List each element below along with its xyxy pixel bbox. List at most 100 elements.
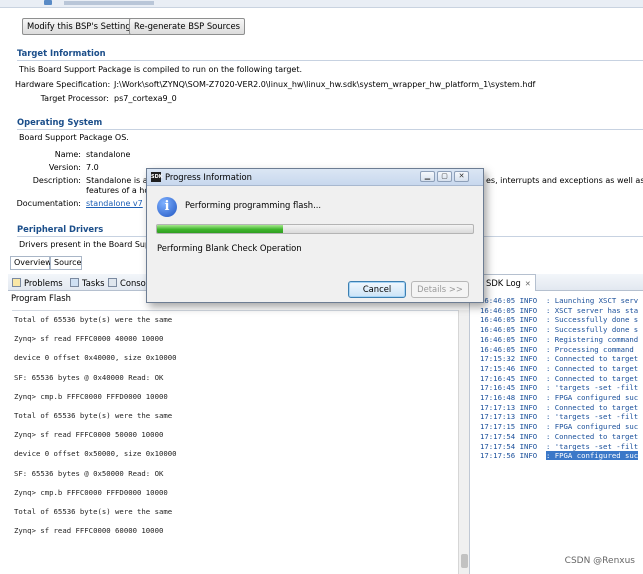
log-message: : 'targets -set -filt [545, 383, 639, 393]
console-line: Zynq> cmp.b FFFC0000 FFFD0000 10000 [14, 487, 168, 497]
tab-console[interactable]: Conso [108, 276, 146, 290]
log-row[interactable]: 16:46:05 INFO : Processing command [480, 345, 638, 355]
log-row[interactable]: 17:17:13 INFO : 'targets -set -filt [480, 412, 638, 422]
log-level: INFO [519, 315, 538, 325]
log-message: : FPGA configured suc [545, 393, 639, 402]
log-message: : Connected to target [545, 402, 639, 412]
log-time: 16:46:05 [480, 334, 516, 344]
editor-top-strip [0, 0, 643, 8]
hw-spec-label: Hardware Specification: [15, 80, 111, 89]
log-row[interactable]: 16:46:05 INFO : Successfully done s [480, 315, 638, 325]
log-row[interactable]: 17:15:32 INFO : Connected to target [480, 354, 638, 364]
log-row[interactable]: 17:17:13 INFO : Connected to target [480, 403, 638, 413]
log-level: INFO [519, 373, 538, 383]
log-message: : Connected to target [545, 354, 639, 364]
console-line: SF: 65536 bytes @ 0x40000 Read: OK [14, 372, 164, 382]
console-line: SF: 65536 bytes @ 0x50000 Read: OK [14, 468, 164, 478]
tab-problems[interactable]: Problems [12, 276, 63, 290]
log-row[interactable]: 16:46:05 INFO : Registering command [480, 335, 638, 345]
log-time: 17:17:13 [480, 402, 516, 412]
regenerate-bsp-sources-button[interactable]: Re-generate BSP Sources [129, 18, 245, 35]
log-level: INFO [519, 344, 538, 354]
log-message: : Successfully done s [545, 325, 639, 335]
log-row[interactable]: 16:46:05 INFO : Launching XSCT serv [480, 296, 638, 306]
close-icon[interactable]: ✕ [525, 280, 531, 288]
console-line: Zynq> cmp.b FFFC0000 FFFD0000 10000 [14, 391, 168, 401]
close-icon[interactable]: ✕ [454, 171, 469, 182]
console-line: Total of 65536 byte(s) were the same [14, 411, 173, 420]
modify-bsp-settings-button[interactable]: Modify this BSP's Settings [22, 18, 140, 35]
progress-bar-fill [157, 225, 284, 233]
os-documentation-label: Documentation: [16, 199, 81, 208]
log-row[interactable]: 17:17:54 INFO : 'targets -set -filt [480, 442, 638, 452]
watermark: CSDN @Renxus [564, 556, 635, 566]
log-row[interactable]: 17:16:45 INFO : Connected to target [480, 374, 638, 384]
peripheral-drivers-description: Drivers present in the Board Sup [19, 240, 151, 249]
console-line: Zynq> sf read FFFC0000 50000 10000 [14, 430, 164, 440]
tab-problems-label: Problems [24, 278, 63, 288]
log-row[interactable]: 17:16:48 INFO : FPGA configured suc [480, 393, 638, 403]
log-message: : Registering command [545, 334, 639, 344]
os-name-label: Name: [54, 150, 81, 159]
console-line: Total of 65536 byte(s) were the same [14, 315, 173, 324]
console-title: Program Flash [11, 293, 71, 303]
log-message: : Connected to target [545, 363, 639, 373]
log-row[interactable]: 17:16:45 INFO : 'targets -set -filt [480, 383, 638, 393]
log-time: 16:46:05 [480, 325, 516, 335]
problems-icon [12, 278, 21, 287]
log-time: 17:17:54 [480, 431, 516, 441]
details-button[interactable]: Details >> [411, 281, 469, 298]
log-level: INFO [519, 334, 538, 344]
target-processor-value: ps7_cortexa9_0 [114, 94, 177, 103]
log-row[interactable]: 17:15:46 INFO : Connected to target [480, 364, 638, 374]
console-output[interactable]: Total of 65536 byte(s) were the same Zynq… [12, 310, 458, 574]
log-time: 17:17:13 [480, 412, 516, 422]
log-time: 17:16:45 [480, 383, 516, 393]
log-row[interactable]: 16:46:05 INFO : XSCT server has sta [480, 306, 638, 316]
log-time: 17:16:48 [480, 393, 516, 402]
os-description-label: Description: [32, 176, 81, 185]
log-message: : 'targets -set -filt [545, 412, 639, 422]
target-processor-label: Target Processor: [40, 94, 109, 103]
log-row[interactable]: 17:17:56 INFO : FPGA configured suc [480, 451, 639, 461]
os-documentation-link[interactable]: standalone v7 [86, 199, 143, 208]
os-version-label: Version: [48, 163, 81, 172]
console-scrollbar[interactable] [458, 310, 469, 574]
log-message: : XSCT server has sta [545, 305, 639, 315]
console-icon [108, 278, 117, 287]
tab-tasks[interactable]: Tasks [70, 276, 104, 290]
target-info-description: This Board Support Package is compiled t… [19, 65, 303, 74]
sdk-app-icon: SDK [151, 172, 163, 182]
info-icon: i [157, 197, 177, 217]
os-version-value: 7.0 [86, 163, 99, 172]
editor-tab-icon [44, 0, 52, 5]
tab-source[interactable]: Source [50, 256, 82, 270]
section-divider [17, 60, 643, 61]
log-message: : FPGA configured suc [545, 451, 639, 461]
section-divider [17, 129, 643, 130]
maximize-icon[interactable]: ▢ [437, 171, 452, 182]
log-time: 17:16:45 [480, 373, 516, 383]
target-info-title: Target Information [17, 48, 106, 58]
peripheral-drivers-title: Peripheral Drivers [17, 224, 104, 234]
progress-bar [156, 224, 474, 234]
log-row[interactable]: 16:46:05 INFO : Successfully done s [480, 325, 638, 335]
console-line: Total of 65536 byte(s) were the same [14, 507, 173, 516]
cancel-button[interactable]: Cancel [348, 281, 406, 298]
tab-tasks-label: Tasks [82, 278, 105, 288]
minimize-icon[interactable]: ▁ [420, 171, 435, 182]
log-level: INFO [519, 422, 538, 432]
console-line: Zynq> sf read FFFC0000 60000 10000 [14, 526, 164, 536]
tab-overview[interactable]: Overview [10, 256, 52, 270]
console-scrollbar-thumb[interactable] [461, 554, 468, 568]
log-level: INFO [519, 402, 538, 412]
sdk-log-output[interactable]: 16:46:05 INFO : Launching XSCT serv 16:46… [480, 296, 643, 496]
log-level: INFO [519, 354, 538, 364]
hw-spec-value: J:\Work\soft\ZYNQ\SOM-Z7020-VER2.0\linux… [114, 80, 536, 89]
os-description: Board Support Package OS. [19, 133, 129, 142]
tab-sdk-log[interactable]: SDK Log ✕ [480, 274, 536, 291]
sdk-log-pane: SDK Log ✕ 16:46:05 INFO : Launching XSCT … [480, 274, 643, 574]
log-level: INFO [519, 363, 538, 373]
log-row[interactable]: 17:17:15 INFO : FPGA configured suc [480, 422, 638, 432]
log-row[interactable]: 17:17:54 INFO : Connected to target [480, 432, 638, 442]
